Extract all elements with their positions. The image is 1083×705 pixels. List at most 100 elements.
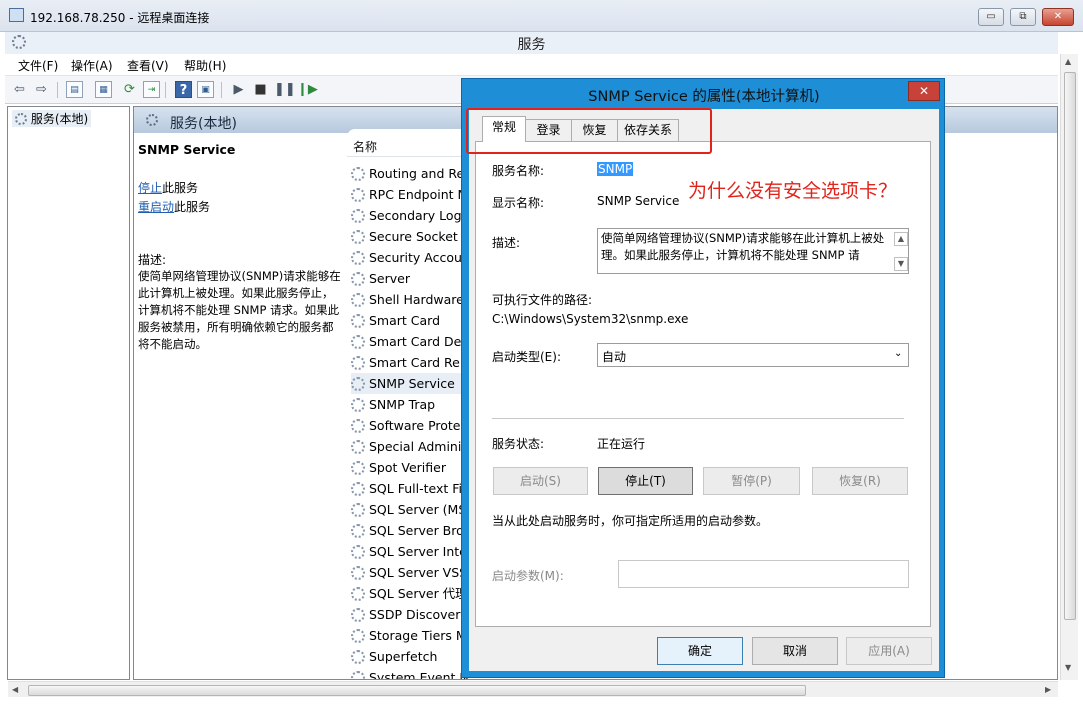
service-gear-icon — [351, 335, 365, 349]
horizontal-scroll-thumb[interactable] — [28, 685, 806, 696]
properties-icon[interactable]: ▦ — [95, 81, 112, 98]
service-row-label: SQL Server Brov — [369, 523, 472, 538]
rdp-titlebar: 192.168.78.250 - 远程桌面连接 ▭ ⧉ ✕ — [0, 0, 1083, 32]
service-row-label: SNMP Trap — [369, 397, 436, 412]
service-gear-icon — [351, 671, 365, 679]
service-gear-icon — [351, 209, 365, 223]
start-params-label: 启动参数(M): — [492, 569, 564, 583]
service-gear-icon — [351, 230, 365, 244]
pause-button[interactable]: 暂停(P) — [703, 467, 800, 495]
service-row-label: Smart Card Dev — [369, 334, 469, 349]
service-gear-icon — [351, 545, 365, 559]
scroll-up-icon[interactable]: ▲ — [1065, 57, 1071, 66]
startup-type-label: 启动类型(E): — [492, 350, 561, 364]
console-tree-icon[interactable]: ▤ — [66, 81, 83, 98]
description-text: 使简单网络管理协议(SNMP)请求能够在此计算机上被处理。如果此服务停止，计算机… — [138, 269, 341, 351]
minimize-button[interactable]: ▭ — [978, 8, 1004, 26]
ok-button[interactable]: 确定 — [657, 637, 743, 665]
tree-item-services-local[interactable]: 服务(本地) — [12, 110, 92, 127]
desc-scroll-down-icon[interactable]: ▼ — [894, 257, 908, 271]
service-row-label: SQL Server 代理 — [369, 586, 468, 601]
scroll-left-icon[interactable]: ◀ — [12, 685, 18, 694]
service-row-label: Routing and Re — [369, 166, 465, 181]
service-row-label: Security Accoun — [369, 250, 470, 265]
service-row-label: System Event N — [369, 670, 469, 680]
description-box[interactable]: 使简单网络管理协议(SNMP)请求能够在此计算机上被处理。如果此服务停止，计算机… — [597, 228, 909, 274]
properties-dialog: SNMP Service 的属性(本地计算机) ✕ 常规 登录 恢复 依存关系 … — [461, 78, 945, 678]
service-row-label: Spot Verifier — [369, 460, 446, 475]
services-gear-icon — [146, 114, 158, 126]
vertical-scroll-thumb[interactable] — [1064, 72, 1076, 620]
pause-icon[interactable]: ❚❚ — [274, 81, 296, 98]
startup-type-select[interactable]: 自动 ⌄ — [597, 343, 909, 367]
apply-button[interactable]: 应用(A) — [846, 637, 932, 665]
service-row-label: SNMP Service — [369, 376, 455, 391]
service-gear-icon — [351, 650, 365, 664]
service-gear-icon — [351, 272, 365, 286]
service-gear-icon — [351, 482, 365, 496]
menu-action[interactable]: 操作(A) — [71, 57, 113, 74]
stop-service-link[interactable]: 停止 — [138, 181, 162, 195]
start-params-input[interactable] — [618, 560, 909, 588]
toolbar-separator — [221, 82, 222, 98]
menu-file[interactable]: 文件(F) — [18, 57, 58, 74]
export-list-icon[interactable]: ⇥ — [143, 81, 160, 98]
restart-link-suffix: 此服务 — [174, 200, 211, 214]
dialog-close-button[interactable]: ✕ — [908, 81, 940, 101]
service-name-value[interactable]: SNMP — [597, 162, 634, 176]
cancel-button[interactable]: 取消 — [752, 637, 838, 665]
service-status-value: 正在运行 — [597, 437, 646, 451]
menu-view[interactable]: 查看(V) — [127, 57, 169, 74]
service-row-label: SQL Server VSS — [369, 565, 468, 580]
toolbar-separator — [165, 82, 166, 98]
display-name-value[interactable]: SNMP Service — [597, 194, 679, 208]
refresh-icon[interactable]: ⟳ — [121, 81, 138, 98]
service-row-label: Secondary Logo — [369, 208, 470, 223]
service-gear-icon — [351, 314, 365, 328]
service-gear-icon — [351, 608, 365, 622]
menu-help[interactable]: 帮助(H) — [184, 57, 226, 74]
annotation-text: 为什么没有安全选项卡？ — [688, 180, 898, 202]
restart-icon[interactable]: ❙▶ — [297, 81, 318, 98]
resume-button[interactable]: 恢复(R) — [812, 467, 908, 495]
back-arrow-icon[interactable]: ⇦ — [11, 81, 28, 98]
service-row-label: Shell Hardware — [369, 292, 464, 307]
service-row-label: Special Adminis — [369, 439, 468, 454]
service-gear-icon — [351, 524, 365, 538]
horizontal-scrollbar[interactable]: ◀ ▶ — [8, 681, 1058, 697]
service-gear-icon — [351, 167, 365, 181]
service-status-label: 服务状态: — [492, 437, 545, 451]
scroll-right-icon[interactable]: ▶ — [1045, 685, 1051, 694]
display-name-label: 显示名称: — [492, 196, 545, 210]
remote-desktop-icon — [9, 8, 24, 22]
service-row-label: SSDP Discovery — [369, 607, 468, 622]
stop-link-suffix: 此服务 — [162, 181, 199, 195]
play-icon[interactable]: ▶ — [230, 81, 247, 98]
service-gear-icon — [351, 419, 365, 433]
dialog-title: SNMP Service 的属性(本地计算机) — [588, 89, 820, 105]
service-row-label: Secure Socket T — [369, 229, 470, 244]
help-icon[interactable]: ? — [175, 81, 192, 98]
service-gear-icon — [351, 356, 365, 370]
show-hide-icon[interactable]: ▣ — [197, 81, 214, 98]
general-tab-panel: 服务名称: SNMP 显示名称: SNMP Service 描述: 使简单网络管… — [475, 141, 931, 627]
service-gear-icon — [351, 629, 365, 643]
services-gear-icon — [15, 113, 27, 125]
start-button[interactable]: 启动(S) — [493, 467, 588, 495]
stop-button[interactable]: 停止(T) — [598, 467, 693, 495]
stop-icon[interactable]: ■ — [252, 81, 269, 98]
divider — [492, 418, 904, 419]
scroll-down-icon[interactable]: ▼ — [1065, 663, 1071, 672]
forward-arrow-icon[interactable]: ⇨ — [33, 81, 50, 98]
service-gear-icon — [351, 503, 365, 517]
desc-scroll-up-icon[interactable]: ▲ — [894, 232, 908, 246]
service-gear-icon — [351, 251, 365, 265]
vertical-scrollbar[interactable]: ▲ ▼ — [1060, 54, 1078, 680]
service-gear-icon — [351, 377, 365, 391]
restart-service-link[interactable]: 重启动 — [138, 200, 174, 214]
exe-path-value[interactable]: C:\Windows\System32\snmp.exe — [492, 312, 688, 326]
main-header-title: 服务(本地) — [170, 116, 237, 132]
restore-button[interactable]: ⧉ — [1010, 8, 1036, 26]
chevron-down-icon: ⌄ — [894, 348, 903, 359]
close-button[interactable]: ✕ — [1042, 8, 1074, 26]
